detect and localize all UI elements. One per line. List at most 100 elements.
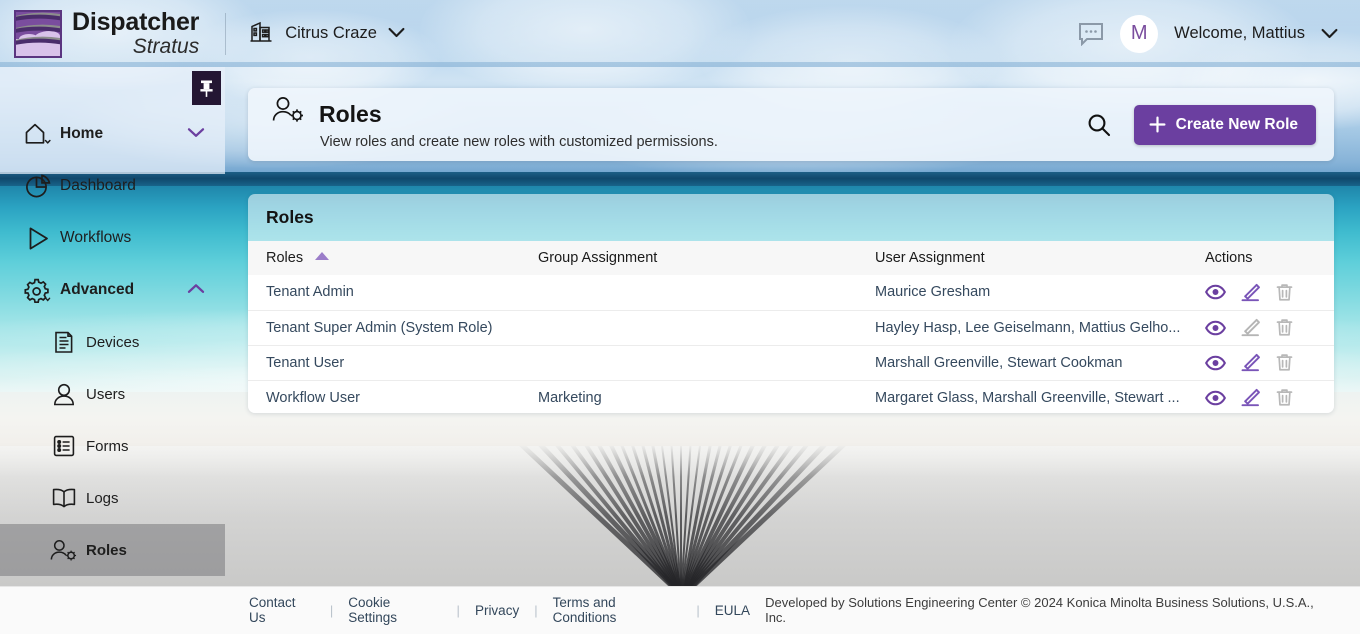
sidebar-item-label: Logs [86, 489, 119, 507]
column-header-roles[interactable]: Roles [248, 241, 538, 275]
footer-link-privacy[interactable]: Privacy [460, 603, 534, 618]
create-new-role-button[interactable]: Create New Role [1133, 104, 1316, 145]
sidebar-item-label: Roles [86, 541, 127, 559]
sidebar-item-workflows[interactable]: Workflows [0, 212, 225, 264]
column-label-roles: Roles [266, 250, 304, 266]
cell-user-assignment: Marshall Greenville, Stewart Cookman [875, 345, 1205, 381]
table-row[interactable]: Workflow User Marketing Margaret Glass, Ma… [248, 380, 1334, 413]
roles-table: Roles Group Assignment User Assignment A… [248, 241, 1334, 413]
chevron-down-icon[interactable] [187, 125, 205, 143]
cell-user-assignment: Maurice Gresham [875, 275, 1205, 311]
brand-name-line2: Stratus [132, 35, 200, 58]
chat-bubble-icon[interactable] [1078, 22, 1104, 46]
footer-link-eula[interactable]: EULA [700, 603, 765, 618]
column-header-group-assignment[interactable]: Group Assignment [538, 241, 875, 275]
eye-icon[interactable] [1205, 390, 1226, 406]
sidebar-item-advanced[interactable]: Advanced [0, 264, 225, 316]
pie-chart-icon [16, 173, 60, 200]
sidebar-item-label: Home [60, 125, 104, 142]
roles-table-card: Roles Roles Group Assignment User Assign… [248, 194, 1334, 413]
cell-actions [1205, 275, 1334, 311]
table-row[interactable]: Tenant Admin Maurice Gresham [248, 275, 1334, 311]
sidebar-item-dashboard[interactable]: Dashboard [0, 160, 225, 212]
home-icon [16, 121, 60, 147]
sidebar-item-label: Advanced [60, 281, 135, 298]
cell-group-assignment [538, 275, 875, 311]
pencil-icon[interactable] [1241, 283, 1261, 302]
cell-actions [1205, 345, 1334, 381]
device-icon [42, 330, 86, 355]
column-label-user-assignment: User Assignment [875, 250, 985, 266]
footer: Contact Us | Cookie Settings | Privacy | Terms… [225, 586, 1360, 634]
cell-role: Workflow User [266, 389, 360, 406]
chevron-up-icon[interactable] [187, 281, 205, 299]
eye-icon[interactable] [1205, 284, 1226, 300]
cell-role: Tenant User [248, 345, 538, 381]
footer-copyright: Developed by Solutions Engineering Cente… [765, 595, 1314, 625]
pencil-icon[interactable] [1241, 388, 1261, 407]
list-icon [42, 434, 86, 458]
search-icon[interactable] [1086, 112, 1112, 138]
sidebar-item-logs[interactable]: Logs [0, 472, 225, 524]
roles-table-header: Roles [248, 194, 1334, 241]
brand-logo[interactable]: Dispatcher Stratus [0, 8, 200, 58]
footer-link-cookie-settings[interactable]: Cookie Settings [333, 595, 456, 625]
trash-icon [1276, 388, 1293, 407]
cell-role: Tenant Super Admin (System Role) [248, 310, 538, 346]
column-header-user-assignment[interactable]: User Assignment [875, 241, 1205, 275]
tenant-name: Citrus Craze [285, 24, 377, 42]
column-label-actions: Actions [1205, 250, 1253, 266]
pencil-icon[interactable] [1241, 353, 1261, 372]
user-menu-chevron-down-icon[interactable] [1321, 28, 1338, 39]
trash-icon [1276, 318, 1293, 337]
page-subtitle: View roles and create new roles with cus… [320, 133, 718, 150]
roles-table-body: Tenant Admin Maurice Gresham Tenant Super … [248, 275, 1334, 413]
topbar-divider [225, 12, 227, 55]
sidebar-item-forms[interactable]: Forms [0, 420, 225, 472]
footer-link-contact-us[interactable]: Contact Us [249, 595, 330, 625]
cell-user-assignment: Hayley Hasp, Lee Geiselmann, Mattius Gel… [875, 310, 1205, 346]
create-new-role-label: Create New Role [1175, 115, 1298, 133]
trash-icon [1276, 283, 1293, 302]
sidebar-item-devices[interactable]: Devices [0, 316, 225, 368]
pencil-icon [1241, 318, 1261, 337]
page-header-card: Roles View roles and create new roles wi… [248, 88, 1334, 161]
brand-name-line1: Dispatcher [72, 8, 200, 36]
sidebar: Home Dashboard Workflows Advanced Devices Use… [0, 67, 225, 634]
roles-icon [272, 95, 306, 130]
page-title: Roles [319, 100, 382, 127]
sidebar-item-roles[interactable]: Roles [0, 524, 225, 576]
sidebar-navigation: Home Dashboard Workflows Advanced Devices Use… [0, 108, 225, 576]
welcome-text: Welcome, Mattius [1174, 24, 1305, 42]
chevron-down-icon[interactable] [388, 25, 405, 43]
cell-user-assignment: Margaret Glass, Marshall Greenville, Ste… [875, 389, 1180, 406]
cell-actions [1205, 380, 1334, 413]
sidebar-item-label: Forms [86, 437, 129, 455]
eye-icon[interactable] [1205, 320, 1226, 336]
table-row[interactable]: Tenant Super Admin (System Role) Hayley H… [248, 310, 1334, 346]
pin-icon[interactable] [192, 71, 221, 105]
topbar-underline [0, 62, 1360, 67]
sidebar-item-home[interactable]: Home [0, 108, 225, 160]
sidebar-item-label: Workflows [60, 229, 132, 246]
avatar[interactable]: M [1120, 14, 1159, 53]
sort-ascending-triangle-icon[interactable] [315, 252, 330, 260]
cell-actions [1205, 310, 1334, 346]
gear-icon [16, 277, 60, 304]
sidebar-item-users[interactable]: Users [0, 368, 225, 420]
plus-icon [1148, 115, 1167, 134]
column-header-actions: Actions [1205, 241, 1334, 275]
book-icon [42, 486, 86, 510]
cell-role: Tenant Admin [248, 275, 538, 311]
cell-group-assignment [538, 310, 875, 346]
building-icon [248, 18, 274, 49]
cell-group-assignment [538, 345, 875, 381]
footer-link-terms-and-conditions[interactable]: Terms and Conditions [538, 595, 697, 625]
table-header-row: Roles Group Assignment User Assignment A… [248, 241, 1334, 275]
cell-group-assignment: Marketing [538, 389, 602, 406]
table-row[interactable]: Tenant User Marshall Greenville, Stewart … [248, 345, 1334, 381]
tenant-selector[interactable]: Citrus Craze [248, 18, 405, 49]
eye-icon[interactable] [1205, 355, 1226, 371]
column-label-group-assignment: Group Assignment [538, 250, 658, 266]
roles-table-head: Roles Group Assignment User Assignment A… [248, 241, 1334, 275]
